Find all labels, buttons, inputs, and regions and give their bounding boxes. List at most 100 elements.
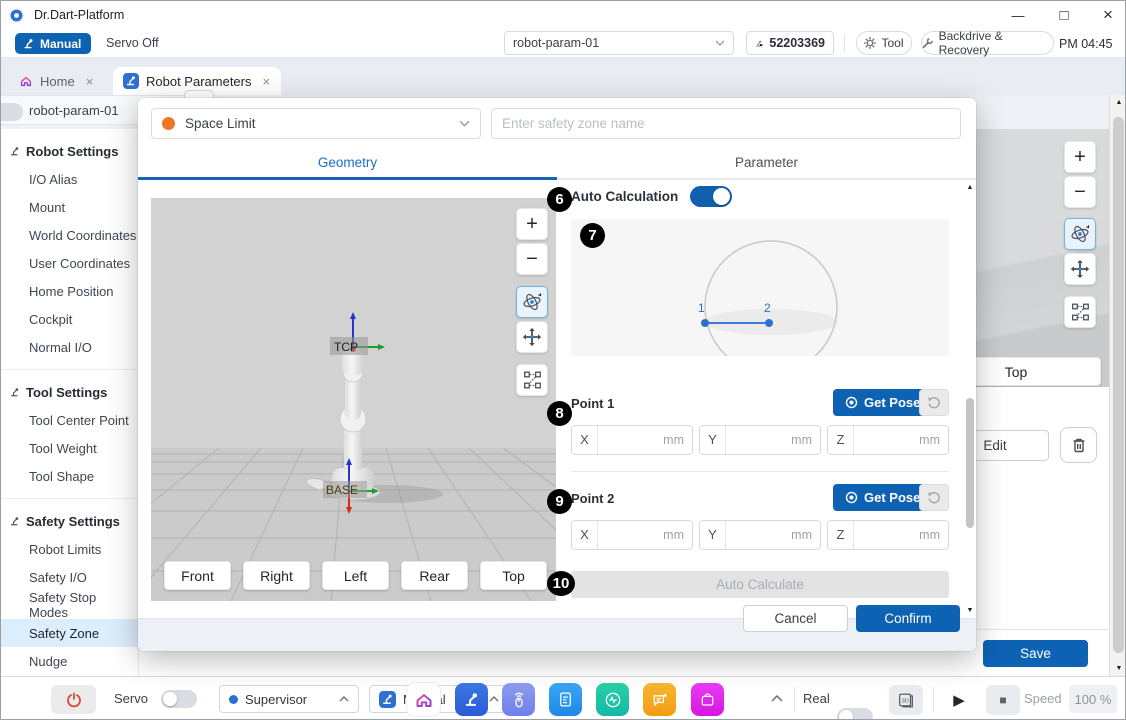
param-select[interactable]: robot-param-01 bbox=[504, 31, 734, 55]
annotation-badge-10: 10 bbox=[547, 571, 575, 596]
dialog-3d-viewport[interactable]: TCP BASE + − bbox=[151, 198, 556, 601]
point2-y-input[interactable] bbox=[726, 528, 783, 543]
sidebar-item-mount[interactable]: Mount bbox=[1, 193, 138, 221]
dock-collapse-chevron-icon[interactable] bbox=[771, 695, 783, 702]
point1-x-field[interactable]: Xmm bbox=[571, 425, 693, 455]
window-scrollbar[interactable]: ▲ ▼ bbox=[1109, 95, 1126, 676]
dock-icon-task-writer[interactable] bbox=[549, 683, 582, 716]
real-toggle[interactable] bbox=[837, 708, 873, 720]
sidebar-item-home-position[interactable]: Home Position bbox=[1, 277, 138, 305]
view-top-button[interactable]: Top bbox=[480, 561, 547, 590]
speed-value[interactable]: 100 % bbox=[1069, 685, 1117, 713]
scrollbar-thumb[interactable] bbox=[966, 398, 974, 528]
manual-mode-button[interactable]: Manual bbox=[15, 33, 91, 54]
servo-toggle[interactable] bbox=[161, 690, 197, 708]
tab-robot-parameters-close-icon[interactable]: × bbox=[263, 74, 271, 89]
scroll-down-icon[interactable]: ▼ bbox=[964, 607, 976, 614]
minimize-icon[interactable]: — bbox=[1001, 3, 1035, 27]
dock-icon-store[interactable] bbox=[691, 683, 724, 716]
tab-parameter[interactable]: Parameter bbox=[557, 146, 976, 178]
sidebar-item-io-alias[interactable]: I/O Alias bbox=[1, 165, 138, 193]
zoom-in-button[interactable]: + bbox=[516, 208, 548, 240]
sidebar-item-normal-io[interactable]: Normal I/O bbox=[1, 333, 138, 361]
zoom-out-button[interactable]: − bbox=[1064, 176, 1096, 208]
view-front-button[interactable]: Front bbox=[164, 561, 231, 590]
point2-y-field[interactable]: Ymm bbox=[699, 520, 821, 550]
power-button[interactable] bbox=[51, 685, 96, 714]
scroll-down-icon[interactable]: ▼ bbox=[1110, 665, 1126, 672]
measure-button[interactable] bbox=[1064, 296, 1096, 328]
maximize-icon[interactable]: □ bbox=[1047, 3, 1081, 27]
sidebar-item-safety-zone[interactable]: Safety Zone bbox=[1, 619, 138, 647]
point1-y-input[interactable] bbox=[726, 433, 783, 448]
close-icon[interactable]: × bbox=[1091, 3, 1125, 27]
sidebar-item-user-coordinates[interactable]: User Coordinates bbox=[1, 249, 138, 277]
scroll-up-icon[interactable]: ▲ bbox=[964, 184, 976, 191]
dock-icon-monitoring[interactable] bbox=[596, 683, 629, 716]
scrollbar-thumb[interactable] bbox=[1113, 117, 1124, 653]
header-bar: Manual Servo Off robot-param-01 52203369… bbox=[1, 29, 1125, 58]
tab-home[interactable]: Home × bbox=[9, 67, 103, 95]
simulator-3d-button[interactable]: 3D bbox=[889, 685, 923, 715]
point1-label: Point 1 bbox=[571, 396, 614, 411]
backdrive-recovery-button[interactable]: Backdrive & Recovery bbox=[921, 31, 1054, 55]
play-button[interactable]: ▶ bbox=[942, 685, 976, 715]
confirm-button[interactable]: Confirm bbox=[856, 605, 960, 632]
dock-icon-home[interactable] bbox=[407, 683, 440, 716]
tool-button[interactable]: Tool bbox=[856, 31, 912, 55]
point2-z-input[interactable] bbox=[854, 528, 911, 543]
tab-home-close-icon[interactable]: × bbox=[86, 74, 94, 89]
cancel-button[interactable]: Cancel bbox=[743, 605, 848, 632]
point1-reset-button[interactable] bbox=[919, 389, 949, 416]
measure-button[interactable] bbox=[516, 364, 548, 396]
settings-lock-toggle[interactable] bbox=[0, 103, 23, 121]
sidebar-item-nudge[interactable]: Nudge bbox=[1, 647, 138, 675]
sidebar-item-tool-weight[interactable]: Tool Weight bbox=[1, 434, 138, 462]
point1-y-field[interactable]: Ymm bbox=[699, 425, 821, 455]
sidebar-item-cockpit[interactable]: Cockpit bbox=[1, 305, 138, 333]
point2-x-input[interactable] bbox=[598, 528, 655, 543]
stop-button[interactable]: ■ bbox=[986, 685, 1020, 715]
sidebar-item-safety-stop-modes[interactable]: Safety Stop Modes bbox=[1, 591, 138, 619]
sidebar-item-tool-center-point[interactable]: Tool Center Point bbox=[1, 406, 138, 434]
point2-get-pose-button[interactable]: Get Pose bbox=[833, 484, 932, 511]
view-left-button[interactable]: Left bbox=[322, 561, 389, 590]
view-right-button[interactable]: Right bbox=[243, 561, 310, 590]
pan-view-button[interactable] bbox=[516, 321, 548, 353]
safety-settings-icon bbox=[9, 515, 21, 527]
dialog-tabs: Geometry Parameter bbox=[138, 146, 976, 180]
orbit-view-button[interactable] bbox=[1064, 218, 1096, 250]
dock-icon-message[interactable] bbox=[643, 683, 676, 716]
point2-x-field[interactable]: Xmm bbox=[571, 520, 693, 550]
point2-reset-button[interactable] bbox=[919, 484, 949, 511]
point1-get-pose-button[interactable]: Get Pose bbox=[833, 389, 932, 416]
save-button[interactable]: Save bbox=[983, 640, 1088, 667]
zone-name-input[interactable] bbox=[491, 108, 961, 139]
pan-view-button[interactable] bbox=[1064, 253, 1096, 285]
point2-z-field[interactable]: Zmm bbox=[827, 520, 949, 550]
zoom-out-button[interactable]: − bbox=[516, 243, 548, 275]
sidebar-item-robot-limits[interactable]: Robot Limits bbox=[1, 535, 138, 563]
point1-x-input[interactable] bbox=[598, 433, 655, 448]
tab-geometry[interactable]: Geometry bbox=[138, 146, 557, 178]
sidebar-item-world-coordinates[interactable]: World Coordinates bbox=[1, 221, 138, 249]
zone-type-select[interactable]: Space Limit bbox=[151, 108, 481, 139]
real-label: Real bbox=[803, 691, 830, 706]
view-rear-button[interactable]: Rear bbox=[401, 561, 468, 590]
orbit-view-button[interactable] bbox=[516, 286, 548, 318]
auto-calculation-toggle[interactable] bbox=[690, 186, 732, 207]
dialog-scrollbar[interactable]: ▲ ▼ bbox=[964, 184, 976, 614]
zoom-in-button[interactable]: + bbox=[1064, 141, 1096, 173]
point1-z-input[interactable] bbox=[854, 433, 911, 448]
auto-calculate-button[interactable]: Auto Calculate bbox=[571, 571, 949, 598]
delete-button[interactable] bbox=[1060, 427, 1097, 463]
zone-type-value: Space Limit bbox=[185, 116, 256, 131]
role-select[interactable]: Supervisor bbox=[219, 685, 359, 713]
sidebar-item-safety-io[interactable]: Safety I/O bbox=[1, 563, 138, 591]
scroll-up-icon[interactable]: ▲ bbox=[1110, 99, 1126, 106]
point1-z-field[interactable]: Zmm bbox=[827, 425, 949, 455]
sidebar-item-tool-shape[interactable]: Tool Shape bbox=[1, 462, 138, 490]
dock-icon-jog[interactable] bbox=[502, 683, 535, 716]
dock-icon-robot-parameters[interactable] bbox=[455, 683, 488, 716]
measure-icon bbox=[521, 369, 543, 391]
